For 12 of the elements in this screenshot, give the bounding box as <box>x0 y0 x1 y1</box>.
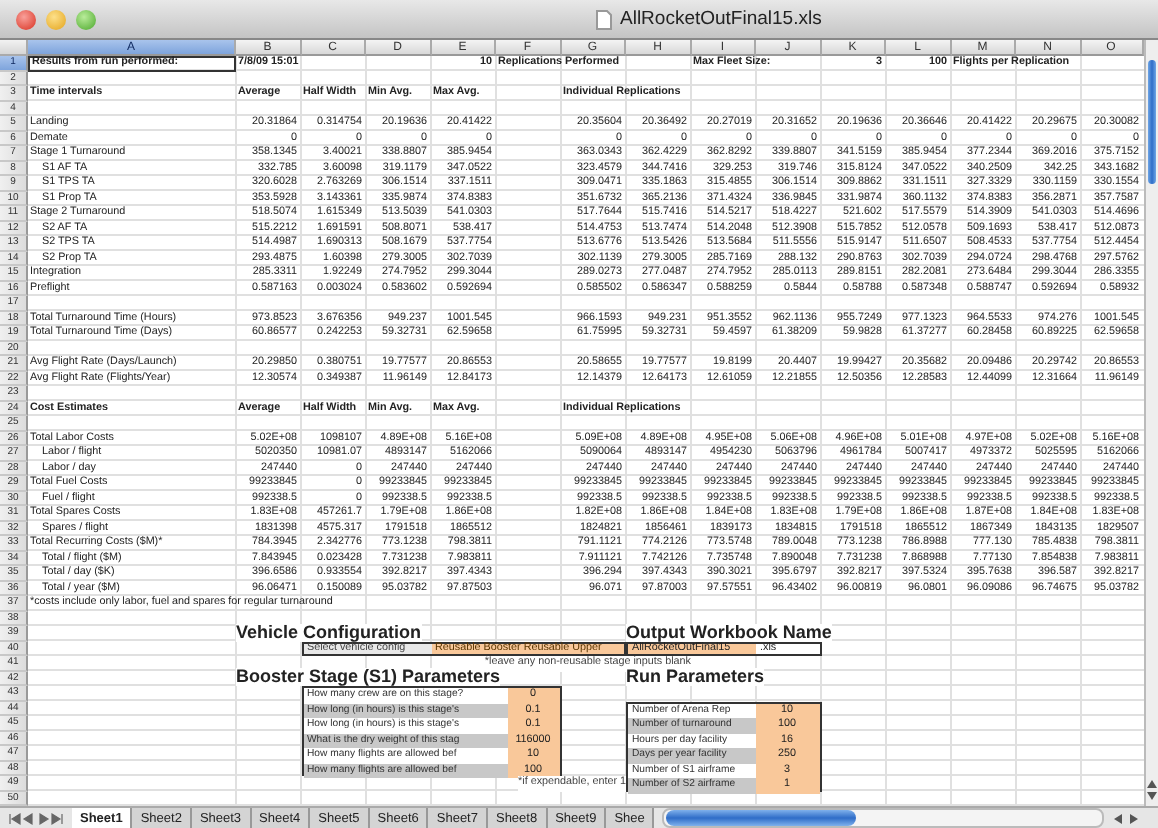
section-title: Run Parameters <box>626 668 765 686</box>
horizontal-scrollbar[interactable] <box>662 808 1104 828</box>
section-title: Output Workbook Name <box>626 623 832 641</box>
section-title: Booster Stage (S1) Parameters <box>236 668 501 686</box>
scroll-arrows-icon[interactable] <box>1112 811 1140 825</box>
window-title: AllRocketOutFinal15.xls <box>620 8 822 30</box>
document-icon <box>596 9 612 29</box>
close-button[interactable] <box>16 9 36 29</box>
sheet-navigation-icon[interactable] <box>8 811 64 825</box>
scroll-arrows-icon[interactable] <box>1145 778 1158 802</box>
section-title: Vehicle Configuration <box>236 623 422 641</box>
vertical-scrollbar[interactable] <box>1143 40 1158 806</box>
